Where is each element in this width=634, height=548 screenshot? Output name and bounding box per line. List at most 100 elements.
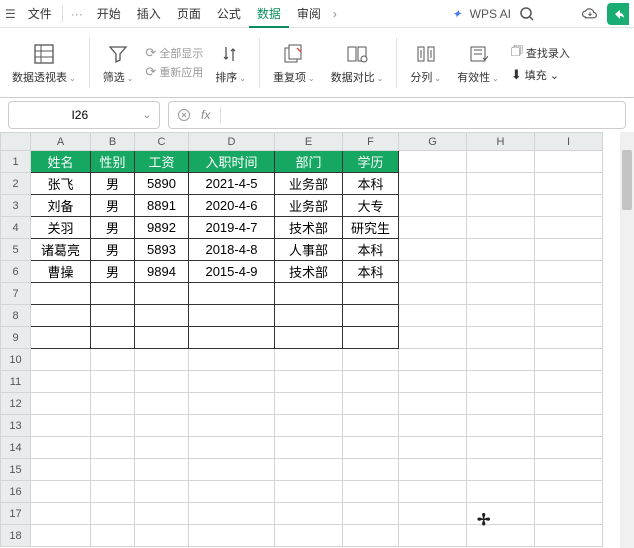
search-icon[interactable]: [519, 6, 535, 22]
cell[interactable]: [535, 393, 603, 415]
col-header[interactable]: A: [31, 133, 91, 151]
cell[interactable]: [275, 437, 343, 459]
cell[interactable]: [135, 349, 189, 371]
sort-button[interactable]: 排序⌄: [209, 32, 252, 94]
tab-formula[interactable]: 公式: [209, 0, 249, 28]
cell[interactable]: [275, 481, 343, 503]
cell[interactable]: [91, 327, 135, 349]
cell[interactable]: 男: [91, 195, 135, 217]
spreadsheet-area[interactable]: A B C D E F G H I 1 姓名 性别 工资 入职时间 部门 学历 …: [0, 132, 634, 548]
cell[interactable]: [535, 151, 603, 173]
cell[interactable]: [343, 349, 399, 371]
cell[interactable]: 关羽: [31, 217, 91, 239]
cell[interactable]: 人事部: [275, 239, 343, 261]
data-header[interactable]: 性别: [91, 151, 135, 173]
cell[interactable]: [189, 349, 275, 371]
cell[interactable]: [31, 503, 91, 525]
cell[interactable]: [343, 525, 399, 547]
cell[interactable]: [135, 437, 189, 459]
cell[interactable]: [135, 525, 189, 547]
cell[interactable]: [31, 305, 91, 327]
row-header[interactable]: 10: [1, 349, 31, 371]
cell[interactable]: [343, 327, 399, 349]
col-header[interactable]: G: [399, 133, 467, 151]
cell[interactable]: [91, 459, 135, 481]
name-dropdown-icon[interactable]: ⌄: [143, 110, 151, 121]
cell[interactable]: 5890: [135, 173, 189, 195]
cell[interactable]: [535, 437, 603, 459]
cell[interactable]: [91, 415, 135, 437]
cell[interactable]: [189, 305, 275, 327]
row-header[interactable]: 2: [1, 173, 31, 195]
cell[interactable]: 大专: [343, 195, 399, 217]
cell[interactable]: [399, 349, 467, 371]
col-header[interactable]: F: [343, 133, 399, 151]
tab-start[interactable]: 开始: [89, 0, 129, 28]
col-header[interactable]: D: [189, 133, 275, 151]
cell[interactable]: [343, 283, 399, 305]
cell[interactable]: 9894: [135, 261, 189, 283]
split-button[interactable]: 分列⌄: [404, 32, 447, 94]
cell[interactable]: [343, 437, 399, 459]
row-header[interactable]: 13: [1, 415, 31, 437]
cell[interactable]: [343, 459, 399, 481]
cell[interactable]: 本科: [343, 239, 399, 261]
cancel-icon[interactable]: [177, 108, 191, 122]
cell[interactable]: [467, 261, 535, 283]
cell[interactable]: [189, 415, 275, 437]
row-header[interactable]: 14: [1, 437, 31, 459]
validate-button[interactable]: 有效性⌄: [451, 32, 505, 94]
cell[interactable]: [467, 327, 535, 349]
cell[interactable]: 男: [91, 173, 135, 195]
cloud-icon[interactable]: [581, 5, 599, 23]
cell[interactable]: [535, 283, 603, 305]
cell[interactable]: [275, 305, 343, 327]
cell[interactable]: [535, 349, 603, 371]
share-button[interactable]: [607, 3, 629, 25]
cell[interactable]: [91, 371, 135, 393]
cell[interactable]: [399, 327, 467, 349]
cell[interactable]: 曹操: [31, 261, 91, 283]
cell[interactable]: [399, 437, 467, 459]
cell[interactable]: [535, 503, 603, 525]
cell[interactable]: [399, 503, 467, 525]
hamburger-icon[interactable]: ☰: [5, 7, 16, 21]
cell[interactable]: [31, 349, 91, 371]
cell[interactable]: [467, 217, 535, 239]
cell[interactable]: [399, 459, 467, 481]
cell[interactable]: [535, 305, 603, 327]
cell[interactable]: [91, 481, 135, 503]
show-all-button[interactable]: ⟳全部显示: [145, 45, 203, 61]
cell[interactable]: 2021-4-5: [189, 173, 275, 195]
ai-label[interactable]: WPS AI: [470, 7, 511, 21]
cell[interactable]: [535, 371, 603, 393]
cell[interactable]: [189, 437, 275, 459]
cell[interactable]: [467, 415, 535, 437]
row-header[interactable]: 5: [1, 239, 31, 261]
cell[interactable]: [399, 239, 467, 261]
cell[interactable]: [399, 371, 467, 393]
cell[interactable]: [189, 503, 275, 525]
col-header[interactable]: C: [135, 133, 189, 151]
row-header[interactable]: 12: [1, 393, 31, 415]
cell[interactable]: [91, 525, 135, 547]
more-tabs-chevron[interactable]: ›: [329, 7, 341, 21]
cell[interactable]: [467, 393, 535, 415]
name-box[interactable]: I26 ⌄: [8, 101, 160, 129]
cell[interactable]: [135, 305, 189, 327]
data-header[interactable]: 姓名: [31, 151, 91, 173]
cell[interactable]: [467, 151, 535, 173]
cell[interactable]: 5893: [135, 239, 189, 261]
select-all-corner[interactable]: [1, 133, 31, 151]
cell[interactable]: [31, 327, 91, 349]
cell[interactable]: [31, 437, 91, 459]
cell[interactable]: 本科: [343, 261, 399, 283]
cell[interactable]: 技术部: [275, 261, 343, 283]
cell[interactable]: [535, 327, 603, 349]
cell[interactable]: [399, 305, 467, 327]
row-header[interactable]: 6: [1, 261, 31, 283]
row-header[interactable]: 9: [1, 327, 31, 349]
cell[interactable]: [399, 195, 467, 217]
col-header[interactable]: I: [535, 133, 603, 151]
cell[interactable]: 8891: [135, 195, 189, 217]
